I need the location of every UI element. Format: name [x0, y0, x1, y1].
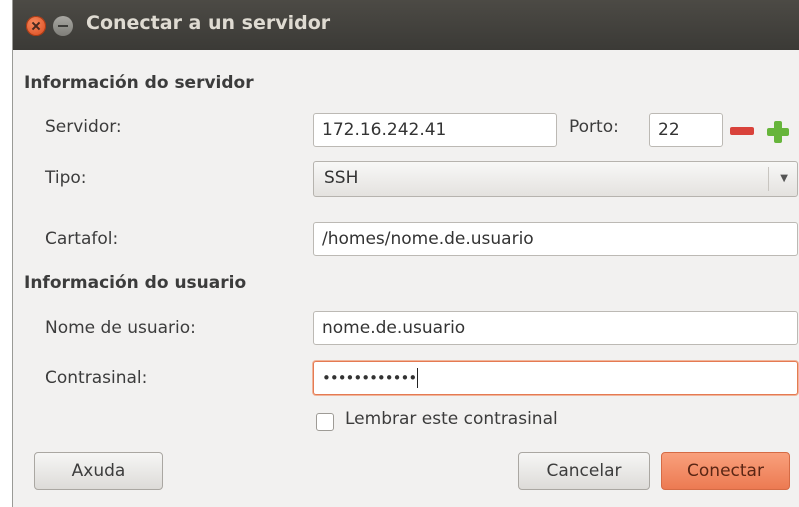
- type-select[interactable]: SSH ▼: [313, 161, 798, 197]
- username-label: Nome de usuario:: [45, 318, 196, 338]
- chevron-down-icon[interactable]: ▼: [780, 173, 788, 184]
- title-bar[interactable]: Conectar a un servidor: [13, 0, 799, 50]
- minimize-icon[interactable]: [53, 16, 73, 36]
- remember-password-label[interactable]: Lembrar este contrasinal: [345, 409, 558, 429]
- server-label: Servidor:: [45, 117, 122, 137]
- minus-icon[interactable]: [730, 127, 754, 135]
- password-label: Contrasinal:: [45, 368, 148, 388]
- server-info-heading: Información do servidor: [24, 73, 254, 93]
- port-input[interactable]: 22: [649, 113, 723, 147]
- password-input[interactable]: ••••••••••••: [313, 361, 798, 395]
- help-button[interactable]: Axuda: [34, 452, 163, 490]
- folder-label: Cartafol:: [45, 229, 119, 249]
- port-label: Porto:: [569, 117, 619, 137]
- server-input[interactable]: 172.16.242.41: [313, 113, 557, 147]
- plus-icon[interactable]: [767, 121, 789, 143]
- connect-to-server-dialog: Conectar a un servidor Información do se…: [12, 0, 799, 507]
- window-title: Conectar a un servidor: [86, 12, 331, 34]
- combo-separator: [768, 167, 769, 191]
- type-label: Tipo:: [45, 168, 87, 188]
- folder-input[interactable]: /homes/nome.de.usuario: [313, 222, 798, 256]
- type-select-value: SSH: [324, 168, 359, 188]
- user-info-heading: Información do usuario: [24, 273, 247, 293]
- username-input[interactable]: nome.de.usuario: [313, 311, 798, 345]
- connect-button[interactable]: Conectar: [661, 452, 790, 490]
- close-icon[interactable]: [26, 16, 46, 36]
- cancel-button[interactable]: Cancelar: [518, 452, 650, 490]
- text-caret: [417, 368, 419, 388]
- remember-password-checkbox[interactable]: [316, 413, 334, 431]
- password-mask: ••••••••••••: [322, 369, 417, 387]
